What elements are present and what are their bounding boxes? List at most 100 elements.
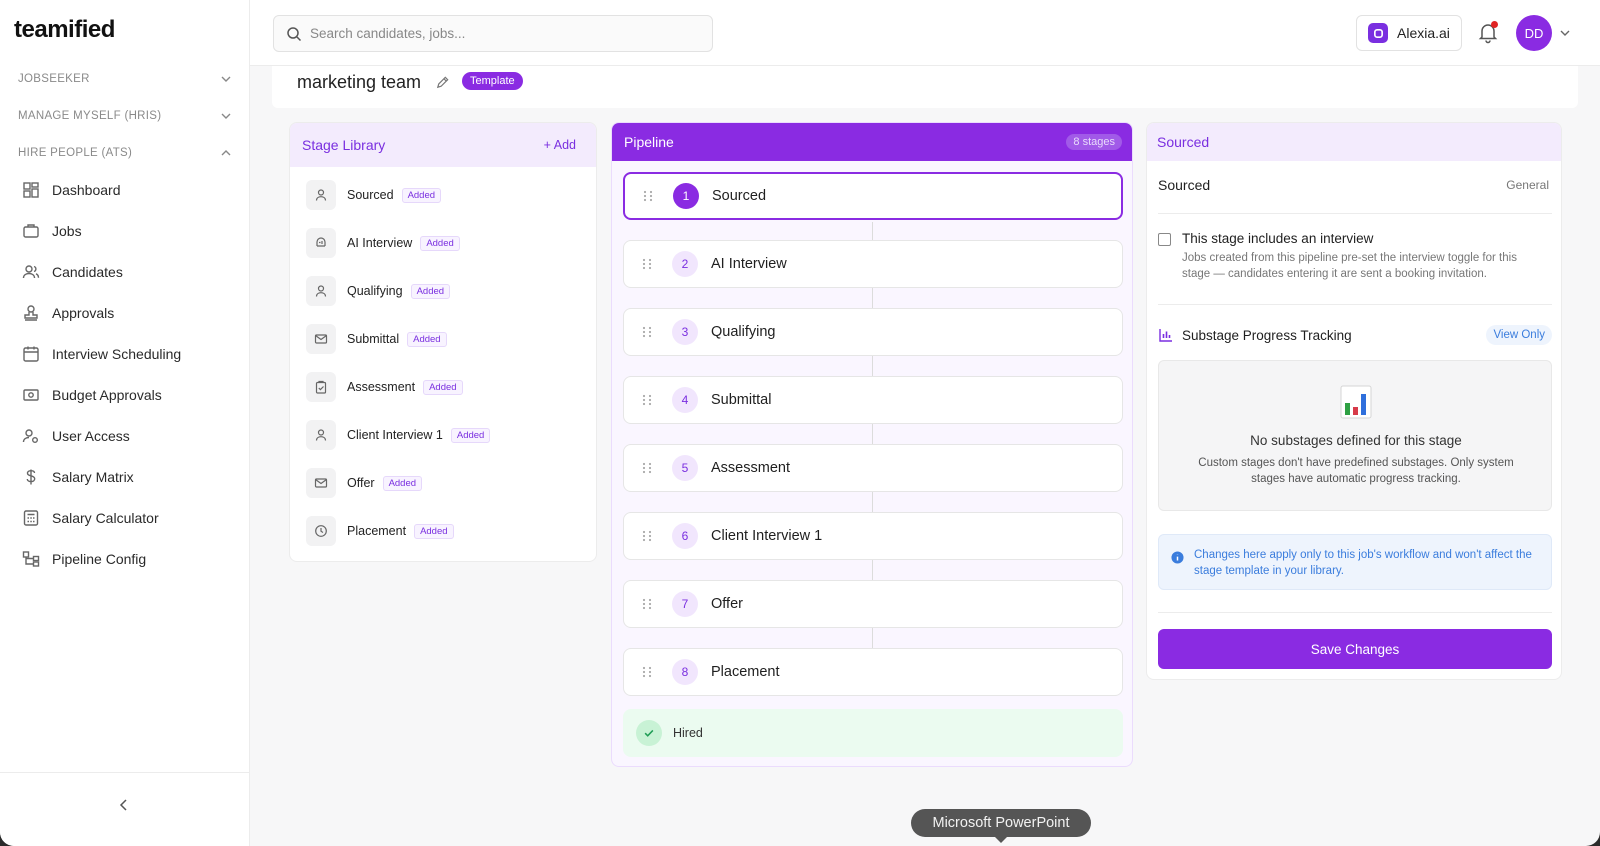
section-ats[interactable]: HIRE PEOPLE (ATS) <box>18 143 232 163</box>
sidebar-item-user-access[interactable]: User Access <box>22 422 232 450</box>
stage-name: Offer <box>711 596 743 612</box>
pipeline-stage[interactable]: 5 Assessment <box>623 444 1123 492</box>
library-item[interactable]: Offer Added <box>306 467 423 499</box>
library-item-label: Qualifying <box>347 284 403 298</box>
sidebar-item-dashboard[interactable]: Dashboard <box>22 176 232 204</box>
interview-checkbox[interactable] <box>1158 233 1171 246</box>
sidebar-item-pipeline-config[interactable]: Pipeline Config <box>22 545 232 573</box>
info-callout-text: Changes here apply only to this job's wo… <box>1194 549 1532 577</box>
stage-name: Placement <box>711 664 780 680</box>
sidebar-item-budget-approvals[interactable]: Budget Approvals <box>22 381 232 409</box>
sidebar-item-interview-scheduling[interactable]: Interview Scheduling <box>22 340 232 368</box>
page-header: marketing team Template <box>272 66 1578 108</box>
library-item[interactable]: Sourced Added <box>306 179 442 211</box>
empty-state-title: No substages defined for this stage <box>1250 433 1462 448</box>
interview-checkbox-label: This stage includes an interview <box>1182 231 1374 246</box>
stage-library-title: Stage Library <box>302 137 386 153</box>
section-label: MANAGE MYSELF (HRIS) <box>18 110 162 122</box>
library-item[interactable]: Submittal Added <box>306 323 447 355</box>
notifications-button[interactable] <box>1476 20 1500 44</box>
stage-connector <box>872 628 873 648</box>
alexia-ai-button[interactable]: Alexia.ai <box>1356 15 1462 51</box>
add-stage-button[interactable]: + Add <box>544 138 576 152</box>
pipeline-stage[interactable]: 4 Submittal <box>623 376 1123 424</box>
stage-name: Sourced <box>712 188 767 204</box>
stage-library-header: Stage Library + Add <box>290 123 596 167</box>
sidebar-item-label: Jobs <box>52 223 82 239</box>
pipeline-stage[interactable]: 7 Offer <box>623 580 1123 628</box>
drag-handle-icon[interactable] <box>641 529 653 543</box>
money-icon <box>22 386 40 404</box>
chevron-down-icon <box>221 113 231 119</box>
stage-number: 5 <box>672 455 698 481</box>
stage-name: Client Interview 1 <box>711 528 823 544</box>
taskbar-tooltip: Microsoft PowerPoint <box>911 809 1091 843</box>
clipboard-icon <box>306 372 336 402</box>
pipeline-icon <box>22 550 40 568</box>
drag-handle-icon[interactable] <box>641 665 653 679</box>
dashboard-icon <box>22 181 40 199</box>
alexia-label: Alexia.ai <box>1397 25 1450 41</box>
sidebar-item-label: Salary Matrix <box>52 469 134 485</box>
pipeline-stage[interactable]: 6 Client Interview 1 <box>623 512 1123 560</box>
drag-handle-icon[interactable] <box>641 461 653 475</box>
stage-number: 4 <box>672 387 698 413</box>
person-icon <box>306 180 336 210</box>
chevron-down-icon[interactable] <box>1559 27 1571 39</box>
library-item[interactable]: AI Interview Added <box>306 227 460 259</box>
library-item[interactable]: Qualifying Added <box>306 275 451 307</box>
pipeline-header: Pipeline 8 stages <box>612 123 1132 161</box>
drag-handle-icon[interactable] <box>641 393 653 407</box>
info-icon <box>1171 551 1184 564</box>
library-item[interactable]: Placement Added <box>306 515 454 547</box>
stage-connector <box>872 424 873 444</box>
added-badge: Added <box>450 427 491 443</box>
library-item-label: Placement <box>347 524 407 538</box>
drag-handle-icon[interactable] <box>641 325 653 339</box>
stage-number: 6 <box>672 523 698 549</box>
pipeline-stage[interactable]: 1 Sourced <box>623 172 1123 220</box>
pencil-icon[interactable] <box>435 75 450 90</box>
pipeline-stage[interactable]: 3 Qualifying <box>623 308 1123 356</box>
drag-handle-icon[interactable] <box>641 257 653 271</box>
clock-icon <box>306 516 336 546</box>
substage-title: Substage Progress Tracking <box>1182 327 1352 343</box>
library-item[interactable]: Client Interview 1 Added <box>306 419 491 451</box>
user-gear-icon <box>22 427 40 445</box>
sidebar-item-salary-calculator[interactable]: Salary Calculator <box>22 504 232 532</box>
pipeline-stage[interactable]: 8 Placement <box>623 648 1123 696</box>
calendar-icon <box>22 345 40 363</box>
section-hris[interactable]: MANAGE MYSELF (HRIS) <box>18 106 232 126</box>
substage-tracking-row: Substage Progress Tracking View Only <box>1158 323 1552 347</box>
avatar[interactable]: DD <box>1516 15 1552 51</box>
save-changes-button[interactable]: Save Changes <box>1158 629 1552 669</box>
mail-icon <box>306 468 336 498</box>
section-jobseeker[interactable]: JOBSEEKER <box>18 69 232 89</box>
added-badge: Added <box>410 283 451 299</box>
search-placeholder: Search candidates, jobs... <box>310 26 466 41</box>
stage-connector <box>872 222 873 242</box>
stage-name: Assessment <box>711 460 790 476</box>
stage-number: 1 <box>673 183 699 209</box>
sidebar-item-candidates[interactable]: Candidates <box>22 258 232 286</box>
library-item[interactable]: Assessment Added <box>306 371 463 403</box>
chevron-down-icon <box>221 76 231 82</box>
stage-name: Sourced <box>1158 177 1211 193</box>
sidebar-item-jobs[interactable]: Jobs <box>22 217 232 245</box>
stage-name: Qualifying <box>711 324 776 340</box>
stage-name: Submittal <box>711 392 772 408</box>
sidebar-item-salary-matrix[interactable]: Salary Matrix <box>22 463 232 491</box>
page-title: marketing team <box>297 72 422 92</box>
mail-icon <box>306 324 336 354</box>
drag-handle-icon[interactable] <box>641 597 653 611</box>
drag-handle-icon[interactable] <box>642 189 654 203</box>
search-input[interactable]: Search candidates, jobs... <box>273 15 713 52</box>
stamp-icon <box>22 304 40 322</box>
sidebar-item-approvals[interactable]: Approvals <box>22 299 232 327</box>
ai-brain-icon <box>306 228 336 258</box>
pipeline-stage[interactable]: 2 AI Interview <box>623 240 1123 288</box>
sidebar: teamified JOBSEEKER MANAGE MYSELF (HRIS)… <box>0 0 250 846</box>
notification-dot <box>1491 21 1498 28</box>
stage-connector <box>872 492 873 512</box>
collapse-sidebar-icon[interactable] <box>116 797 132 813</box>
